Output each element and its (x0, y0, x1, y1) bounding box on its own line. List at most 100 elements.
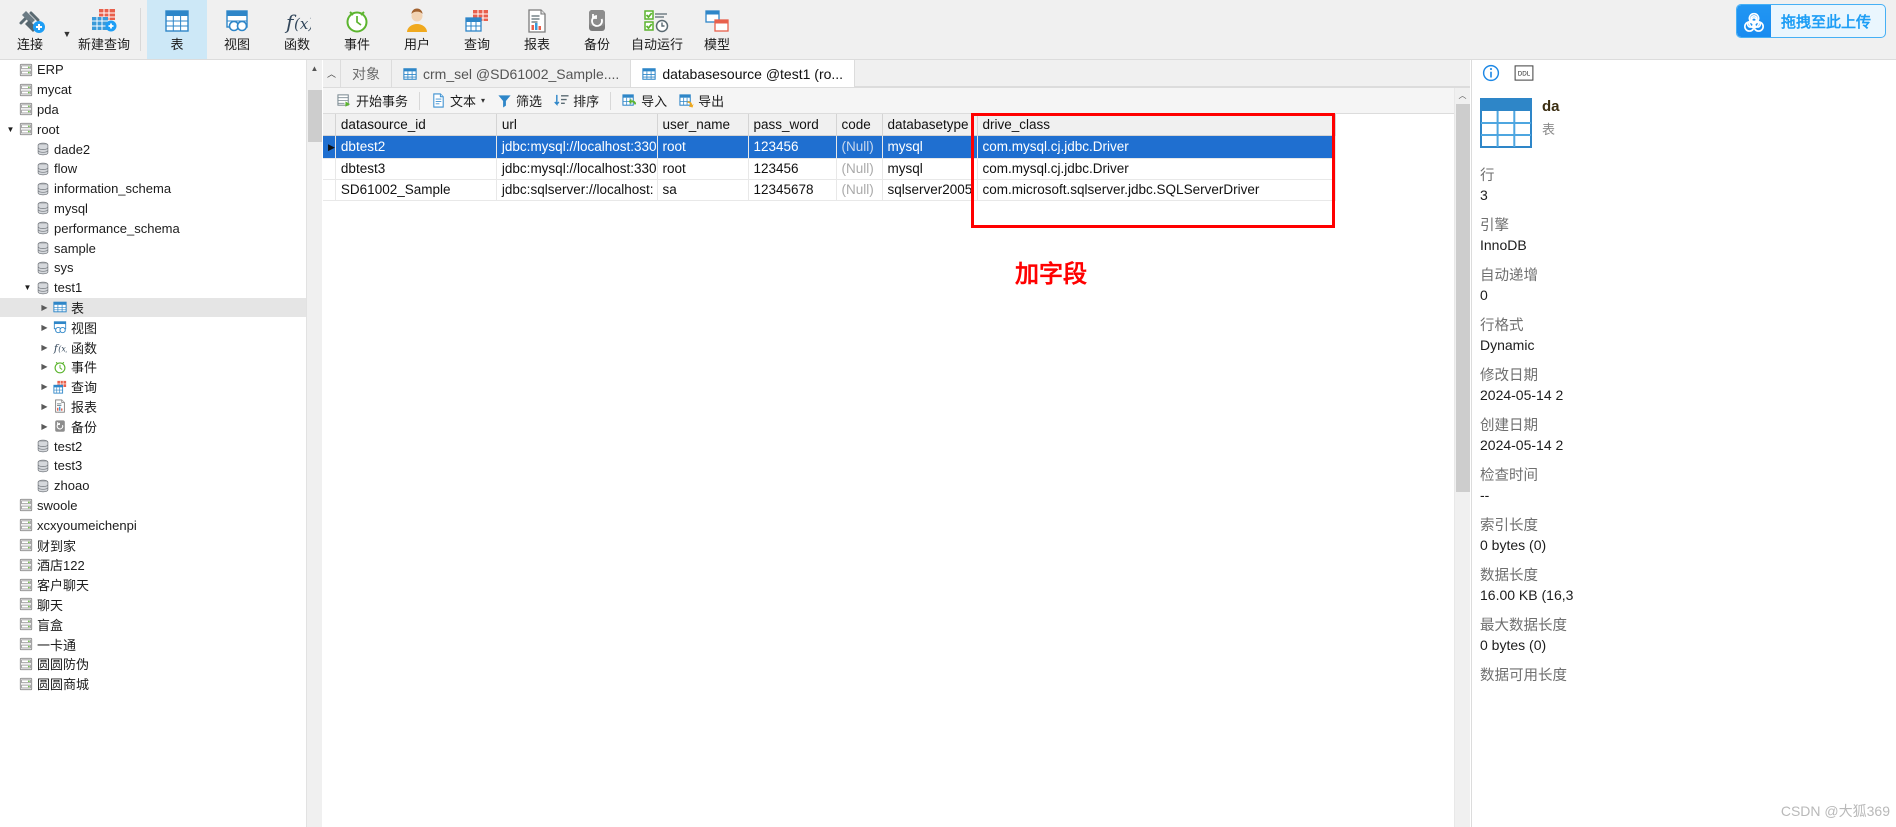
tree-item[interactable]: ▼ test1 (0, 278, 306, 298)
table-cell[interactable]: mysql (882, 135, 978, 159)
tree-item[interactable]: 圆圆商城 (0, 674, 306, 694)
column-header[interactable]: databasetype (882, 114, 978, 136)
column-header[interactable]: url (496, 114, 658, 136)
ribbon-button-new-query[interactable]: 新建查询 (74, 0, 134, 59)
tree-item[interactable]: 酒店122 (0, 555, 306, 575)
ribbon-button-backup[interactable]: 备份 (567, 0, 627, 59)
drag-upload-button[interactable]: 拖拽至此上传 (1735, 4, 1886, 38)
table-cell[interactable]: (Null) (836, 179, 883, 201)
table-cell[interactable]: jdbc:mysql://localhost:330 (496, 135, 658, 159)
chevron-down-icon[interactable]: ▾ (481, 96, 485, 105)
tree-item[interactable]: 盲盒 (0, 614, 306, 634)
table-row[interactable]: ▶ dbtest2 jdbc:mysql://localhost:330 root 12… (323, 135, 1336, 159)
tree-item[interactable]: 一卡通 (0, 634, 306, 654)
tree-item[interactable]: test3 (0, 456, 306, 476)
chevron-down-icon[interactable]: ▼ (21, 283, 34, 292)
table-cell[interactable]: jdbc:mysql://localhost:330 (496, 158, 658, 180)
chevron-right-icon[interactable]: ▶ (38, 303, 51, 312)
export-button[interactable]: 导出 (673, 90, 730, 112)
table-cell[interactable]: com.microsoft.sqlserver.jdbc.SQLServerDr… (977, 179, 1336, 201)
filter-button[interactable]: 筛选 (491, 90, 548, 112)
tree-item[interactable]: 客户聊天 (0, 575, 306, 595)
object-tree[interactable]: ERP mycat pda ▼ root dade2 flow information_sch… (0, 60, 306, 827)
row-header[interactable] (323, 158, 336, 180)
tab-scroll-up-icon[interactable]: ︿ (323, 60, 341, 87)
chevron-right-icon[interactable]: ▶ (38, 362, 51, 371)
ribbon-button-view[interactable]: 视图 (207, 0, 267, 59)
table-cell[interactable]: root (657, 135, 749, 159)
grid-vertical-scrollbar[interactable]: ︿ (1454, 88, 1470, 827)
tree-item[interactable]: ▶f(x)函数 (0, 337, 306, 357)
chevron-right-icon[interactable]: ▶ (38, 382, 51, 391)
table-cell[interactable]: sa (657, 179, 749, 201)
tree-item[interactable]: mycat (0, 80, 306, 100)
tree-scroll-up-icon[interactable]: ▲ (307, 60, 322, 76)
tab-crm-sel[interactable]: crm_sel @SD61002_Sample.... (392, 60, 632, 87)
tree-item[interactable]: 聊天 (0, 595, 306, 615)
tree-item[interactable]: ▶ 表 (0, 297, 306, 318)
column-header[interactable]: drive_class (977, 114, 1336, 136)
import-button[interactable]: 导入 (616, 90, 673, 112)
chevron-down-icon[interactable]: ▼ (4, 125, 17, 134)
tree-item[interactable]: zhoao (0, 476, 306, 496)
row-header[interactable] (323, 179, 336, 201)
table-cell[interactable]: mysql (882, 158, 978, 180)
grid-scroll-thumb[interactable] (1456, 104, 1470, 492)
column-header[interactable]: code (836, 114, 883, 136)
table-cell[interactable]: com.mysql.cj.jdbc.Driver (977, 135, 1336, 159)
tree-item[interactable]: ERP (0, 60, 306, 80)
ddl-icon[interactable]: DDL (1514, 64, 1534, 86)
tree-item[interactable]: sys (0, 258, 306, 278)
ribbon-button-user[interactable]: 用户 (387, 0, 447, 59)
chevron-right-icon[interactable]: ▶ (38, 402, 51, 411)
chevron-right-icon[interactable]: ▶ (38, 323, 51, 332)
tree-item[interactable]: ▶ 视图 (0, 317, 306, 337)
tree-item[interactable]: xcxyoumeichenpi (0, 515, 306, 535)
table-cell[interactable]: 123456 (748, 158, 837, 180)
table-cell[interactable]: SD61002_Sample (335, 179, 497, 201)
chevron-right-icon[interactable]: ▶ (38, 343, 51, 352)
ribbon-button-connection[interactable]: 连接 (0, 0, 60, 59)
ribbon-button-event[interactable]: 事件 (327, 0, 387, 59)
tree-item[interactable]: ▶ 报表 (0, 397, 306, 417)
begin-transaction-button[interactable]: 开始事务 (331, 90, 414, 112)
tree-scrollbar[interactable]: ▲ (306, 60, 322, 827)
tree-item[interactable]: swoole (0, 496, 306, 516)
tree-item[interactable]: performance_schema (0, 218, 306, 238)
tree-item[interactable]: information_schema (0, 179, 306, 199)
ribbon-button-table[interactable]: 表 (147, 0, 207, 59)
data-grid[interactable]: datasource_id url user_name pass_word code da… (323, 114, 1336, 201)
table-row[interactable]: dbtest3 jdbc:mysql://localhost:330 root 123… (323, 158, 1336, 180)
tree-item[interactable]: flow (0, 159, 306, 179)
table-cell[interactable]: com.mysql.cj.jdbc.Driver (977, 158, 1336, 180)
tree-item[interactable]: ▶ 备份 (0, 416, 306, 436)
table-cell[interactable]: jdbc:sqlserver://localhost: (496, 179, 658, 201)
tree-item[interactable]: pda (0, 100, 306, 120)
table-cell[interactable]: sqlserver2005 (882, 179, 978, 201)
column-header[interactable]: pass_word (748, 114, 837, 136)
sort-button[interactable]: 排序 (548, 90, 605, 112)
ribbon-button-automation[interactable]: 自动运行 (627, 0, 687, 59)
tab-databasesource[interactable]: databasesource @test1 (ro... (631, 60, 856, 87)
tree-item[interactable]: ▶ 事件 (0, 357, 306, 377)
info-icon[interactable] (1482, 64, 1500, 87)
ribbon-button-report[interactable]: 报表 (507, 0, 567, 59)
tree-item[interactable]: test2 (0, 436, 306, 456)
table-row[interactable]: SD61002_Sample jdbc:sqlserver://localhost… (323, 179, 1336, 201)
grid-scroll-up-icon[interactable]: ︿ (1455, 88, 1470, 103)
table-cell[interactable]: root (657, 158, 749, 180)
tree-item[interactable]: mysql (0, 199, 306, 219)
table-cell[interactable]: dbtest2 (335, 135, 497, 159)
tree-item[interactable]: ▼ root (0, 119, 306, 139)
tab-objects[interactable]: 对象 (341, 60, 392, 87)
tree-scroll-thumb[interactable] (308, 90, 322, 142)
ribbon-button-model[interactable]: 模型 (687, 0, 747, 59)
table-cell[interactable]: 123456 (748, 135, 837, 159)
current-row-indicator[interactable]: ▶ (323, 135, 336, 159)
table-cell[interactable]: (Null) (836, 158, 883, 180)
tree-item[interactable]: dade2 (0, 139, 306, 159)
ribbon-button-query[interactable]: 查询 (447, 0, 507, 59)
table-cell[interactable]: 12345678 (748, 179, 837, 201)
table-cell[interactable]: dbtest3 (335, 158, 497, 180)
tree-item[interactable]: sample (0, 238, 306, 258)
